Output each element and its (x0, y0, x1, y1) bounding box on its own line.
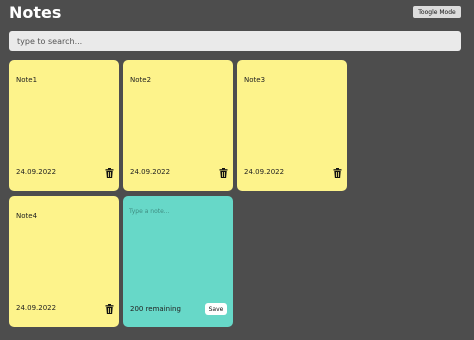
trash-icon[interactable] (105, 304, 114, 314)
trash-icon[interactable] (105, 168, 114, 178)
new-note-input[interactable] (129, 208, 225, 278)
toggle-mode-button[interactable]: Toogle Mode (413, 6, 461, 18)
note-text: Note1 (16, 76, 38, 84)
note-date: 24.09.2022 (16, 168, 57, 176)
note-date: 24.09.2022 (130, 168, 171, 176)
page-title: Notes (9, 3, 62, 22)
trash-icon[interactable] (333, 168, 342, 178)
note-text: Note2 (130, 76, 152, 84)
note-card: Note4 24.09.2022 (9, 196, 119, 327)
note-card: Note1 24.09.2022 (9, 60, 119, 191)
note-date: 24.09.2022 (244, 168, 285, 176)
note-card: Note3 24.09.2022 (237, 60, 347, 191)
save-button[interactable]: Save (205, 303, 227, 315)
characters-remaining: 200 remaining (130, 305, 181, 313)
new-note-card: 200 remaining Save (123, 196, 233, 327)
note-card: Note2 24.09.2022 (123, 60, 233, 191)
note-date: 24.09.2022 (16, 304, 57, 312)
trash-icon[interactable] (219, 168, 228, 178)
note-text: Note4 (16, 212, 38, 220)
search-input[interactable] (9, 31, 461, 51)
note-text: Note3 (244, 76, 266, 84)
notes-app: Notes Toogle Mode Note1 24.09.2022 Note2… (0, 0, 474, 340)
